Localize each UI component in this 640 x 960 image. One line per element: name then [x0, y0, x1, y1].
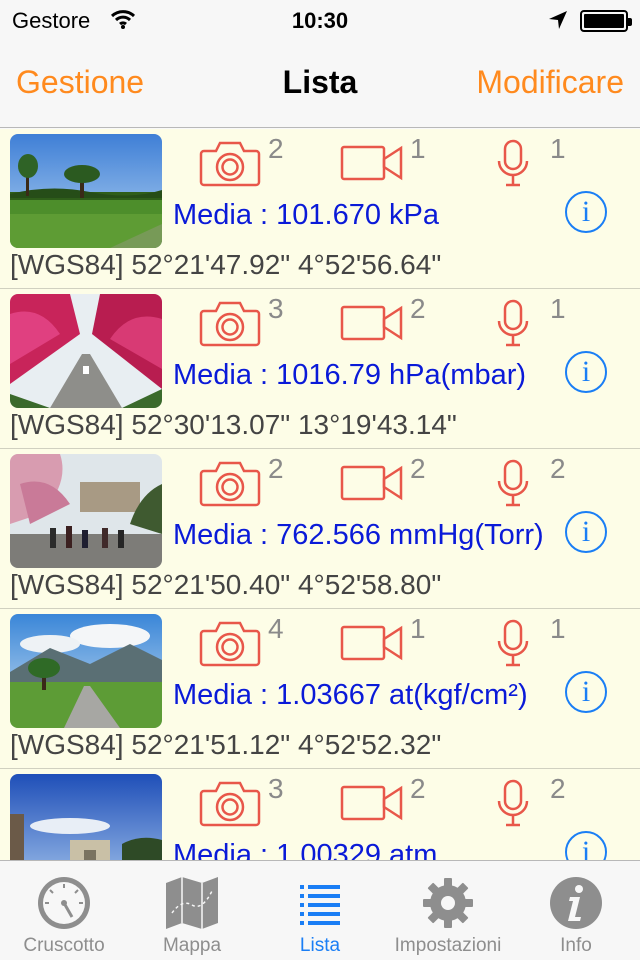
tab-list[interactable]: Lista [256, 861, 384, 960]
park-trees-photo [10, 134, 162, 248]
average-pressure: Media : 1.03667 at(kgf/cm²) [173, 679, 528, 711]
pink-blossom-road-photo [10, 294, 162, 408]
tab-label: Mappa [162, 935, 222, 956]
photo-count: 2 [268, 453, 284, 484]
camera-icon [198, 299, 262, 352]
tab-map[interactable]: Mappa [128, 861, 256, 960]
microphone-icon [496, 459, 530, 512]
camera-icon [198, 139, 262, 192]
camera-icon [198, 779, 262, 832]
camera-icon [198, 619, 262, 672]
average-pressure: Media : 762.566 mmHg(Torr) [173, 519, 544, 551]
video-count: 1 [410, 613, 426, 644]
microphone-icon [496, 299, 530, 352]
video-camera-icon [340, 463, 404, 508]
video-camera-icon [340, 623, 404, 668]
list-item[interactable]: 2 1 1 Media : 101.670 kPa i [WGS84] 52°2… [0, 129, 640, 289]
tab-label: Cruscotto [23, 935, 105, 956]
tab-label: Info [560, 935, 592, 956]
video-camera-icon [340, 783, 404, 828]
list-item[interactable]: 3 2 1 Media : 1016.79 hPa(mbar) i [WGS84… [0, 289, 640, 449]
clock: 10:30 [291, 8, 349, 33]
cherry-blossom-crowd-photo [10, 454, 162, 568]
navigation-bar: Gestione Lista Modificare [0, 40, 640, 128]
gps-coordinates: [WGS84] 52°21'47.92" 4°52'56.64" [10, 249, 442, 280]
camera-icon [198, 459, 262, 512]
info-icon [546, 873, 606, 933]
video-count: 1 [410, 133, 426, 164]
audio-count: 2 [550, 773, 566, 804]
map-icon [162, 873, 222, 933]
tab-info[interactable]: Info [512, 861, 640, 960]
video-count: 2 [410, 773, 426, 804]
audio-count: 2 [550, 453, 566, 484]
gps-coordinates: [WGS84] 52°30'13.07" 13°19'43.14" [10, 409, 457, 440]
photo-count: 2 [268, 133, 284, 164]
video-count: 2 [410, 453, 426, 484]
video-camera-icon [340, 303, 404, 348]
edit-button[interactable]: Modificare [476, 64, 624, 101]
info-icon[interactable]: i [565, 191, 607, 233]
audio-count: 1 [550, 293, 566, 324]
info-icon[interactable]: i [565, 351, 607, 393]
tab-settings[interactable]: Impostazioni [384, 861, 512, 960]
status-bar: Gestore 10:30 [0, 0, 640, 40]
audio-count: 1 [550, 613, 566, 644]
info-icon[interactable]: i [565, 671, 607, 713]
average-pressure: Media : 1016.79 hPa(mbar) [173, 359, 527, 391]
average-pressure: Media : 1.00329 atm [173, 839, 438, 860]
tab-label: Lista [299, 935, 341, 956]
audio-count: 1 [550, 133, 566, 164]
tab-bar: Cruscotto Mappa Lista Impostazioni Info [0, 860, 640, 960]
gps-coordinates: [WGS84] 52°21'50.40" 4°52'58.80" [10, 569, 442, 600]
video-count: 2 [410, 293, 426, 324]
info-icon[interactable]: i [565, 831, 607, 860]
location-arrow-icon [548, 10, 568, 35]
gps-coordinates: [WGS84] 52°21'51.12" 4°52'52.32" [10, 729, 442, 760]
microphone-icon [496, 139, 530, 192]
info-icon[interactable]: i [565, 511, 607, 553]
photo-count: 3 [268, 293, 284, 324]
list-item[interactable]: 4 1 1 Media : 1.03667 at(kgf/cm²) i [WGS… [0, 609, 640, 769]
photo-count: 3 [268, 773, 284, 804]
photo-count: 4 [268, 613, 284, 644]
measurement-list[interactable]: 2 1 1 Media : 101.670 kPa i [WGS84] 52°2… [0, 129, 640, 860]
battery-icon [580, 10, 632, 32]
tab-dashboard[interactable]: Cruscotto [0, 861, 128, 960]
gauge-icon [34, 873, 94, 933]
tab-label: Impostazioni [394, 935, 502, 956]
manage-button[interactable]: Gestione [16, 64, 144, 101]
mountain-road-tree-photo [10, 614, 162, 728]
list-item[interactable]: 2 2 2 Media : 762.566 mmHg(Torr) i [WGS8… [0, 449, 640, 609]
microphone-icon [496, 619, 530, 672]
list-item[interactable]: 3 2 2 Media : 1.00329 atm i [0, 769, 640, 860]
average-pressure: Media : 101.670 kPa [173, 199, 440, 231]
arc-de-triomphe-photo [10, 774, 162, 860]
video-camera-icon [340, 143, 404, 188]
gear-icon [418, 873, 478, 933]
microphone-icon [496, 779, 530, 832]
list-icon [290, 873, 350, 933]
